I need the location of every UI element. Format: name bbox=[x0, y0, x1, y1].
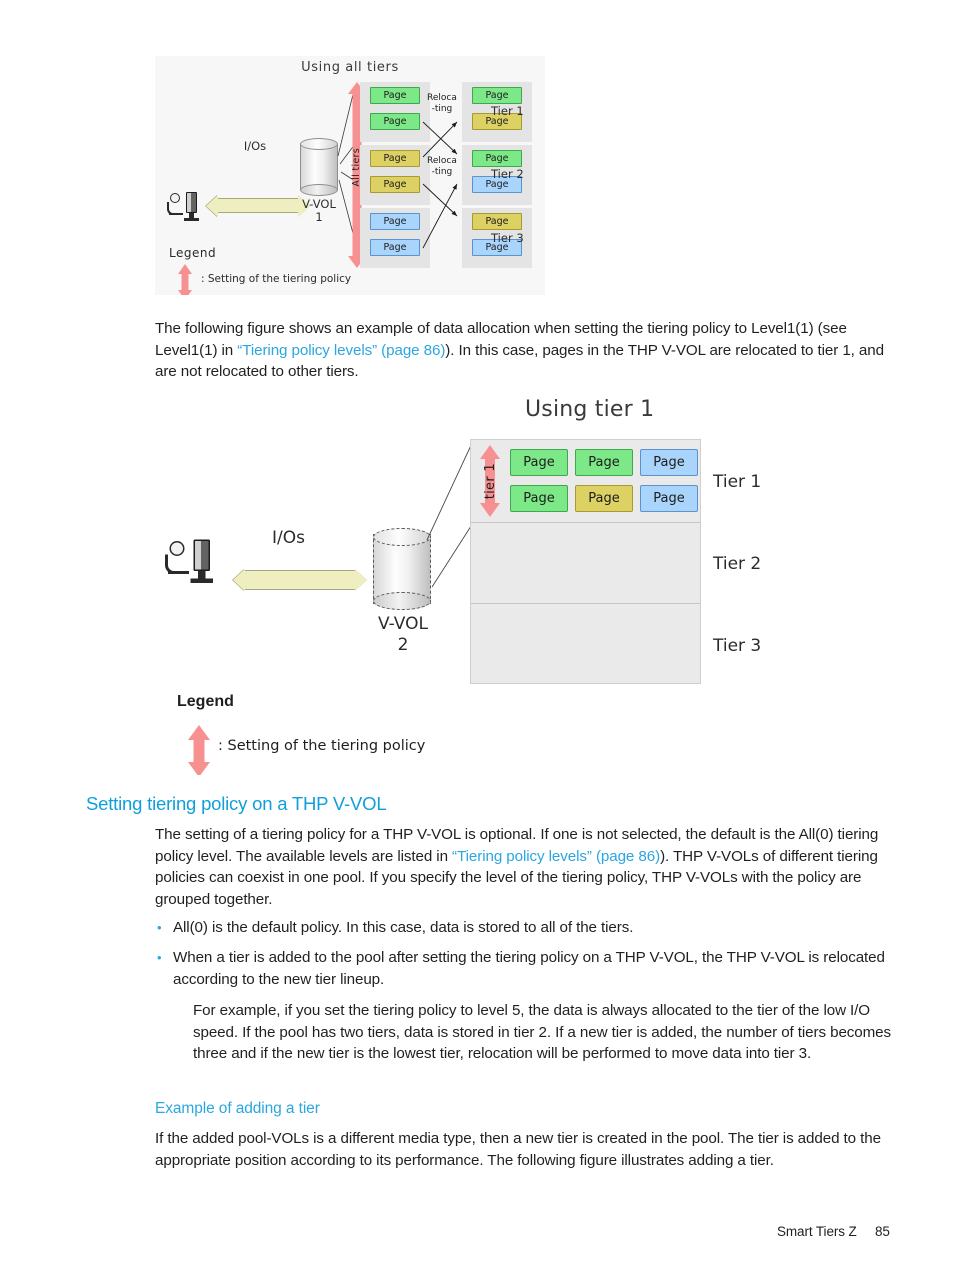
monitor-base bbox=[190, 578, 213, 583]
relocating-label-1: Reloca -ting bbox=[427, 93, 457, 114]
page-block: Page bbox=[370, 150, 420, 167]
figure2-io-label: I/Os bbox=[272, 528, 305, 548]
cylinder-bottom bbox=[300, 184, 338, 196]
list-item: • All(0) is the default policy. In this … bbox=[155, 917, 900, 939]
tier2-tier3-divider bbox=[471, 603, 700, 604]
tier1-tier2-divider bbox=[471, 522, 700, 523]
page-block: Page bbox=[575, 449, 633, 476]
page-block: Page bbox=[370, 113, 420, 130]
figure2-policy-label: tier 1 bbox=[483, 463, 498, 500]
section-body-paragraph: The setting of a tiering policy for a TH… bbox=[155, 824, 900, 910]
intro-paragraph: The following figure shows an example of… bbox=[155, 318, 900, 383]
document-page: Using all tiers I/Os V-VOL 1 All tiers P… bbox=[0, 0, 954, 1271]
arrow-head-down bbox=[188, 762, 210, 775]
io-double-arrow bbox=[245, 570, 355, 590]
figure1-vvol-cylinder bbox=[300, 138, 338, 196]
figure1-io-label: I/Os bbox=[243, 139, 267, 153]
user-workstation-icon bbox=[167, 191, 205, 225]
arrow-head-up bbox=[188, 725, 210, 740]
figure2-tier-label-2: Tier 2 bbox=[713, 554, 762, 574]
page-block: Page bbox=[370, 87, 420, 104]
figure2-legend-entry: : Setting of the tiering policy bbox=[218, 738, 426, 754]
figure1-tier-label-3: Tier 3 bbox=[491, 231, 524, 245]
bullet-continuation-paragraph: For example, if you set the tiering poli… bbox=[193, 1002, 892, 1062]
page-block: Page bbox=[472, 213, 522, 230]
figure1-legend-arrow bbox=[177, 264, 193, 295]
relocating-label-2: Reloca -ting bbox=[427, 156, 457, 177]
footer-page-number: 85 bbox=[875, 1224, 890, 1239]
figure1-vvol-number: 1 bbox=[315, 210, 323, 224]
list-item: • When a tier is added to the pool after… bbox=[155, 947, 900, 990]
arrow-head-down bbox=[178, 290, 192, 295]
monitor-icon bbox=[186, 192, 197, 213]
page-block: Page bbox=[370, 176, 420, 193]
figure2-vvol-name: V-VOL bbox=[378, 614, 428, 634]
cylinder-top bbox=[373, 528, 431, 546]
figure2-tier-label-1: Tier 1 bbox=[713, 472, 762, 492]
page-block: Page bbox=[640, 485, 698, 512]
figure2-vvol-number: 2 bbox=[397, 635, 409, 655]
page-block: Page bbox=[472, 150, 522, 167]
monitor-icon bbox=[193, 539, 210, 571]
footer-chapter-label: Smart Tiers Z bbox=[777, 1224, 857, 1239]
bullet-marker: • bbox=[157, 920, 162, 935]
tiering-policy-levels-link[interactable]: “Tiering policy levels” (page 86) bbox=[237, 342, 445, 359]
io-double-arrow bbox=[218, 198, 298, 213]
user-workstation-icon bbox=[165, 538, 222, 589]
bullet-marker: • bbox=[157, 950, 162, 965]
page-block: Page bbox=[370, 213, 420, 230]
figure2-title: Using tier 1 bbox=[525, 397, 655, 422]
page-block: Page bbox=[370, 239, 420, 256]
figure1-tier-label-1: Tier 1 bbox=[491, 104, 524, 118]
section-heading-setting-tiering-policy: Setting tiering policy on a THP V-VOL bbox=[86, 793, 387, 814]
arrow-head-down bbox=[480, 503, 500, 517]
cylinder-bottom bbox=[373, 592, 431, 610]
page-block: Page bbox=[575, 485, 633, 512]
cylinder-top bbox=[300, 138, 338, 150]
figure-using-tier-1: Using tier 1 I/Os V-VOL 2 tier 1 Page Pa… bbox=[155, 395, 795, 775]
figure1-legend-entry: : Setting of the tiering policy bbox=[201, 273, 352, 285]
subsection-body-paragraph: If the added pool-VOLs is a different me… bbox=[155, 1130, 881, 1169]
person-chair bbox=[168, 571, 189, 574]
bullet-text: When a tier is added to the pool after s… bbox=[173, 949, 885, 988]
figure2-vvol-cylinder bbox=[373, 528, 431, 610]
monitor-base bbox=[184, 218, 199, 221]
figure1-title: Using all tiers bbox=[301, 60, 399, 75]
tiering-policy-levels-link[interactable]: “Tiering policy levels” (page 86) bbox=[452, 848, 660, 865]
arrow-shaft bbox=[193, 739, 205, 763]
page-block: Page bbox=[472, 87, 522, 104]
page-block: Page bbox=[510, 449, 568, 476]
figure1-tier-label-2: Tier 2 bbox=[491, 167, 524, 181]
figure2-legend-arrow bbox=[187, 725, 211, 775]
person-chair bbox=[169, 213, 183, 215]
figure-using-all-tiers: Using all tiers I/Os V-VOL 1 All tiers P… bbox=[155, 56, 545, 295]
figure1-legend-title: Legend bbox=[169, 246, 217, 260]
subheading-example-of-adding-a-tier: Example of adding a tier bbox=[155, 1100, 320, 1117]
bullet-text: All(0) is the default policy. In this ca… bbox=[173, 919, 634, 936]
monitor-stand bbox=[198, 571, 206, 579]
figure2-legend-title: Legend bbox=[177, 693, 234, 710]
page-block: Page bbox=[510, 485, 568, 512]
arrow-head-up bbox=[480, 445, 500, 459]
figure2-tier-label-3: Tier 3 bbox=[713, 636, 762, 656]
arrow-shaft bbox=[181, 273, 189, 291]
page-block: Page bbox=[640, 449, 698, 476]
